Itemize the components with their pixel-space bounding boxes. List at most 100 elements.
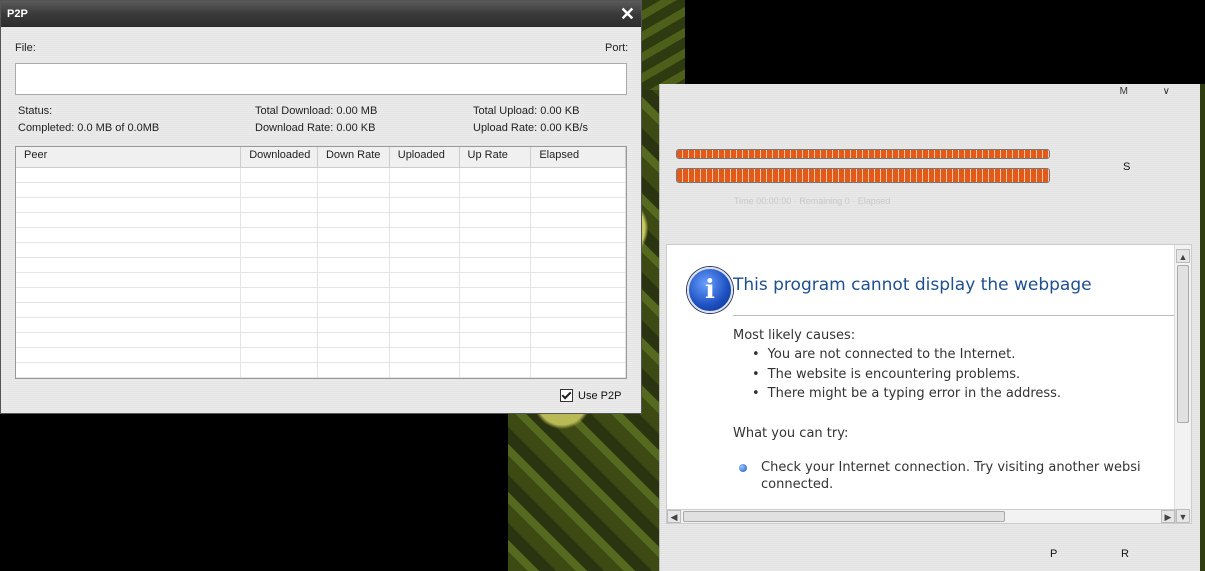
p2p-titlebar[interactable]: P2P ✕ — [1, 1, 641, 27]
table-cell — [390, 228, 460, 242]
cause-item: You are not connected to the Internet. — [763, 347, 1061, 367]
column-up-rate[interactable]: Up Rate — [460, 147, 532, 167]
horizontal-scroll-thumb[interactable] — [683, 511, 1005, 522]
table-cell — [318, 213, 390, 227]
table-row[interactable] — [16, 333, 626, 348]
table-row[interactable] — [16, 288, 626, 303]
table-cell — [16, 183, 242, 197]
table-cell — [390, 243, 460, 257]
table-row[interactable] — [16, 183, 626, 198]
desktop-edge — [1200, 84, 1205, 571]
table-cell — [241, 378, 318, 379]
table-cell — [390, 168, 460, 182]
table-cell — [241, 303, 318, 317]
table-cell — [531, 288, 626, 302]
table-cell — [390, 258, 460, 272]
try-item-line-2: connected. — [761, 477, 834, 492]
horizontal-scrollbar[interactable]: ◀ ▶ — [666, 509, 1176, 524]
table-row[interactable] — [16, 378, 626, 379]
causes-list: You are not connected to the Internet. T… — [763, 347, 1061, 406]
launcher-window: M ∨ S Time 00:00:00 · Remaining 0 · Elap… — [659, 84, 1200, 571]
table-cell — [241, 198, 318, 212]
status-label: Status: — [18, 105, 53, 117]
table-cell — [390, 273, 460, 287]
use-p2p-toggle[interactable]: Use P2P — [560, 389, 621, 402]
try-heading: What you can try: — [733, 426, 849, 441]
window-controls[interactable]: M ∨ — [1120, 86, 1186, 97]
column-elapsed[interactable]: Elapsed — [531, 147, 626, 167]
causes-heading: Most likely causes: — [733, 328, 856, 343]
table-cell — [531, 333, 626, 347]
file-input[interactable] — [15, 63, 627, 95]
progress-fill-1 — [677, 150, 1049, 158]
total-download-text: Total Download: 0.00 MB — [255, 105, 378, 117]
bottom-label-r[interactable]: R — [1121, 548, 1129, 560]
column-uploaded[interactable]: Uploaded — [390, 147, 460, 167]
table-cell — [460, 288, 532, 302]
table-cell — [390, 183, 460, 197]
scroll-up-icon[interactable]: ▲ — [1176, 249, 1190, 263]
table-cell — [241, 183, 318, 197]
table-cell — [531, 183, 626, 197]
table-row[interactable] — [16, 168, 626, 183]
table-cell — [460, 303, 532, 317]
file-label: File: — [15, 42, 36, 54]
scroll-right-icon[interactable]: ▶ — [1161, 510, 1175, 523]
use-p2p-label: Use P2P — [578, 389, 622, 402]
scroll-left-icon[interactable]: ◀ — [667, 510, 681, 523]
use-p2p-checkbox[interactable] — [560, 389, 573, 402]
table-cell — [460, 183, 532, 197]
table-cell — [16, 213, 242, 227]
table-cell — [241, 258, 318, 272]
column-peer[interactable]: Peer — [16, 147, 242, 167]
table-cell — [460, 168, 532, 182]
error-title: This program cannot display the webpage — [733, 275, 1092, 295]
scroll-down-icon[interactable]: ▼ — [1176, 509, 1190, 523]
expand-bullet-icon[interactable] — [739, 464, 747, 472]
table-cell — [318, 333, 390, 347]
progress-info-text: Time 00:00:00 · Remaining 0 · Elapsed — [734, 196, 891, 206]
download-rate-text: Download Rate: 0.00 KB — [255, 122, 376, 134]
p2p-window-title: P2P — [7, 8, 28, 20]
table-cell — [241, 333, 318, 347]
bottom-label-p[interactable]: P — [1050, 548, 1057, 560]
table-cell — [16, 228, 242, 242]
table-row[interactable] — [16, 213, 626, 228]
table-cell — [16, 243, 242, 257]
table-cell — [16, 318, 242, 332]
table-row[interactable] — [16, 198, 626, 213]
vertical-scrollbar[interactable]: ▲ ▼ — [1174, 245, 1191, 523]
table-cell — [318, 273, 390, 287]
table-cell — [460, 348, 532, 362]
table-cell — [460, 318, 532, 332]
peer-table[interactable]: Peer Downloaded Down Rate Uploaded Up Ra… — [15, 146, 627, 379]
close-icon[interactable]: ✕ — [620, 5, 635, 23]
table-row[interactable] — [16, 318, 626, 333]
table-cell — [390, 333, 460, 347]
table-cell — [531, 363, 626, 377]
table-cell — [16, 303, 242, 317]
table-row[interactable] — [16, 363, 626, 378]
table-cell — [390, 198, 460, 212]
table-cell — [390, 363, 460, 377]
table-row[interactable] — [16, 303, 626, 318]
table-row[interactable] — [16, 258, 626, 273]
table-cell — [531, 318, 626, 332]
cause-item: There might be a typing error in the add… — [763, 386, 1061, 406]
progress-bar-1 — [676, 149, 1050, 159]
column-down-rate[interactable]: Down Rate — [318, 147, 390, 167]
table-row[interactable] — [16, 273, 626, 288]
table-row[interactable] — [16, 228, 626, 243]
table-cell — [16, 198, 242, 212]
table-cell — [318, 303, 390, 317]
table-cell — [531, 243, 626, 257]
table-cell — [241, 213, 318, 227]
table-cell — [16, 288, 242, 302]
table-row[interactable] — [16, 243, 626, 258]
table-row[interactable] — [16, 348, 626, 363]
column-downloaded[interactable]: Downloaded — [241, 147, 318, 167]
try-item[interactable]: Check your Internet connection. Try visi… — [761, 459, 1191, 493]
table-cell — [531, 213, 626, 227]
upload-rate-text: Upload Rate: 0.00 KB/s — [473, 122, 588, 134]
vertical-scroll-thumb[interactable] — [1177, 265, 1189, 423]
